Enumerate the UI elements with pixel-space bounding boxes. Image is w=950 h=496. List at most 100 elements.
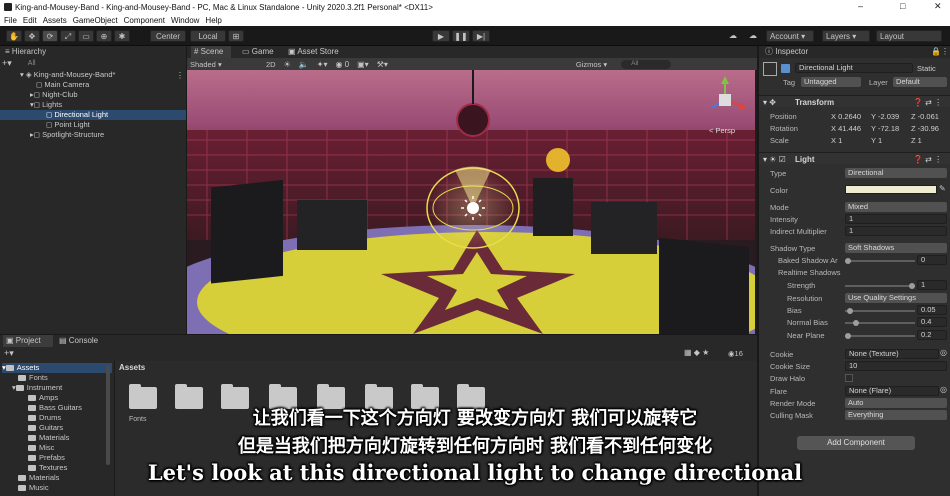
flare-field[interactable]: None (Flare) bbox=[845, 386, 939, 396]
rotation-x-field[interactable]: X 41.446 bbox=[831, 124, 861, 133]
project-filter-icons[interactable]: ▦ ◆ ★ bbox=[684, 348, 709, 357]
custom-tool-icon[interactable]: ✱ bbox=[114, 30, 130, 42]
baked-shadow-slider-knob[interactable] bbox=[845, 258, 851, 264]
persp-label[interactable]: < Persp bbox=[709, 126, 735, 135]
tab-scene[interactable]: # Scene bbox=[191, 46, 231, 58]
hierarchy-kebab-icon[interactable]: ⋮ bbox=[176, 71, 184, 80]
effects-toggle-icon[interactable]: ✦▾ bbox=[317, 60, 328, 69]
project-create-button[interactable]: +▾ bbox=[4, 348, 14, 359]
account-dropdown[interactable]: Account ▾ bbox=[766, 30, 814, 42]
move-tool-icon[interactable]: ✥ bbox=[24, 30, 40, 42]
flare-picker-icon[interactable]: ◎ bbox=[940, 385, 947, 394]
hierarchy-item-scene[interactable]: ▾ ◈ King-and-Mousey-Band* bbox=[20, 70, 115, 80]
collab-cloud-icon[interactable]: ☁ bbox=[726, 30, 740, 42]
rotation-z-field[interactable]: Z -30.96 bbox=[911, 124, 939, 133]
shading-mode-dropdown[interactable]: Shaded ▾ bbox=[190, 60, 246, 69]
hierarchy-item-spotlight-structure[interactable]: ▸◻ Spotlight-Structure bbox=[30, 130, 104, 140]
menu-component[interactable]: Component bbox=[124, 16, 165, 25]
layers-dropdown[interactable]: Layers ▾ bbox=[822, 30, 870, 42]
hierarchy-item-night-club[interactable]: ▸◻ Night-Club bbox=[30, 90, 78, 100]
pivot-center-toggle[interactable]: Center bbox=[150, 30, 186, 42]
tab-game[interactable]: ▭ Game bbox=[239, 46, 274, 58]
scale-tool-icon[interactable]: ⤢ bbox=[60, 30, 76, 42]
bias-slider-knob[interactable] bbox=[846, 308, 853, 314]
scene-search-input[interactable]: All bbox=[621, 59, 672, 69]
shadow-type-dropdown[interactable]: Soft Shadows bbox=[845, 243, 947, 253]
position-z-field[interactable]: Z -0.061 bbox=[911, 112, 939, 121]
tag-dropdown[interactable]: Untagged bbox=[801, 77, 861, 87]
light-menu-icon[interactable]: ❓ ⇄ ⋮ bbox=[913, 155, 942, 164]
scene-viewport[interactable]: < Persp bbox=[187, 70, 755, 334]
hidden-objects-icon[interactable]: ◉ 0 bbox=[335, 60, 349, 69]
transform-tool-icon[interactable]: ⊕ bbox=[96, 30, 112, 42]
lighting-toggle-icon[interactable]: ☀ bbox=[284, 60, 291, 69]
strength-field[interactable]: 1 bbox=[917, 280, 947, 290]
scene-tools-icon[interactable]: ⚒▾ bbox=[377, 60, 388, 69]
menu-edit[interactable]: Edit bbox=[23, 16, 37, 25]
menu-gameobject[interactable]: GameObject bbox=[73, 16, 118, 25]
position-x-field[interactable]: X 0.2640 bbox=[831, 112, 861, 121]
menu-file[interactable]: File bbox=[4, 16, 17, 25]
menu-assets[interactable]: Assets bbox=[43, 16, 67, 25]
hierarchy-search-input[interactable]: All bbox=[28, 60, 36, 67]
minimize-button[interactable]: – bbox=[858, 1, 863, 11]
tree-item-instrument[interactable]: ▾ Instrument bbox=[12, 383, 62, 393]
object-name-field[interactable]: Directional Light bbox=[795, 63, 913, 73]
draw-halo-checkbox[interactable] bbox=[845, 374, 853, 382]
near-plane-field[interactable]: 0.2 bbox=[917, 330, 947, 340]
camera-settings-icon[interactable]: ▣▾ bbox=[357, 60, 369, 69]
baked-shadow-field[interactable]: 0 bbox=[917, 255, 947, 265]
baked-shadow-slider-track[interactable] bbox=[845, 260, 915, 262]
gizmos-dropdown[interactable]: Gizmos ▾ bbox=[576, 60, 607, 69]
intensity-field[interactable]: 1 bbox=[845, 214, 947, 224]
bias-slider-track[interactable] bbox=[845, 310, 915, 312]
scale-z-field[interactable]: Z 1 bbox=[911, 136, 922, 145]
hierarchy-item-directional-light[interactable]: ◻ Directional Light bbox=[0, 110, 186, 120]
rotate-tool-icon[interactable]: ⟳ bbox=[42, 30, 58, 42]
tab-console[interactable]: ▤ Console bbox=[56, 335, 98, 347]
pivot-space-toggle[interactable]: Local bbox=[190, 30, 226, 42]
rotation-y-field[interactable]: Y -72.18 bbox=[871, 124, 899, 133]
tab-asset-store[interactable]: ▣ Asset Store bbox=[285, 46, 339, 58]
tree-item-assets[interactable]: ▾ Assets bbox=[2, 363, 112, 373]
play-button[interactable]: ▶ bbox=[432, 30, 450, 42]
cookie-size-field[interactable]: 10 bbox=[845, 361, 947, 371]
inspector-lock-icon[interactable]: 🔒⋮ bbox=[931, 47, 949, 56]
hierarchy-tab[interactable]: ≡ Hierarchy bbox=[2, 46, 46, 58]
hidden-packages-count[interactable]: ◉16 bbox=[728, 349, 743, 358]
close-button[interactable]: ✕ bbox=[934, 1, 942, 12]
assets-breadcrumb[interactable]: Assets bbox=[119, 363, 145, 372]
active-checkbox[interactable] bbox=[781, 64, 790, 73]
eyedropper-icon[interactable]: ✎ bbox=[939, 184, 946, 193]
inspector-tab[interactable]: ⓘ Inspector bbox=[762, 46, 808, 58]
light-color-swatch[interactable] bbox=[845, 185, 937, 194]
light-type-dropdown[interactable]: Directional bbox=[845, 168, 947, 178]
hand-tool-icon[interactable]: ✋ bbox=[6, 30, 22, 42]
directional-light-sun-icon[interactable] bbox=[467, 202, 479, 214]
pause-button[interactable]: ❚❚ bbox=[452, 30, 470, 42]
tree-item-amps[interactable]: Amps bbox=[28, 393, 58, 403]
orientation-gizmo[interactable] bbox=[710, 76, 747, 110]
static-toggle[interactable]: Static bbox=[917, 64, 936, 73]
transform-header[interactable]: ▾ ✥ Transform ❓ ⇄ ⋮ bbox=[759, 95, 950, 107]
services-icon[interactable]: ☁ bbox=[746, 30, 760, 42]
indirect-multiplier-field[interactable]: 1 bbox=[845, 226, 947, 236]
scale-x-field[interactable]: X 1 bbox=[831, 136, 842, 145]
resolution-dropdown[interactable]: Use Quality Settings bbox=[845, 293, 947, 303]
transform-menu-icon[interactable]: ❓ ⇄ ⋮ bbox=[913, 98, 942, 107]
menu-window[interactable]: Window bbox=[171, 16, 199, 25]
normal-bias-field[interactable]: 0.4 bbox=[917, 317, 947, 327]
light-header[interactable]: ▾ ☀ ☑ Light ❓ ⇄ ⋮ bbox=[759, 152, 950, 164]
tab-project[interactable]: ▣ Project bbox=[3, 335, 53, 347]
hierarchy-item-lights[interactable]: ▾◻ Lights bbox=[30, 100, 62, 110]
scale-y-field[interactable]: Y 1 bbox=[871, 136, 882, 145]
bias-field[interactable]: 0.05 bbox=[917, 305, 947, 315]
cookie-picker-icon[interactable]: ◎ bbox=[940, 348, 947, 357]
strength-slider-track[interactable] bbox=[845, 285, 915, 287]
cookie-field[interactable]: None (Texture) bbox=[845, 349, 939, 359]
layer-dropdown[interactable]: Default bbox=[893, 77, 947, 87]
layout-dropdown[interactable]: Layout bbox=[876, 30, 942, 42]
add-object-icon[interactable]: +▾ bbox=[2, 58, 12, 69]
mode-2d-toggle[interactable]: 2D bbox=[266, 60, 276, 69]
hierarchy-item-point-light[interactable]: ◻ Point Light bbox=[46, 120, 90, 130]
